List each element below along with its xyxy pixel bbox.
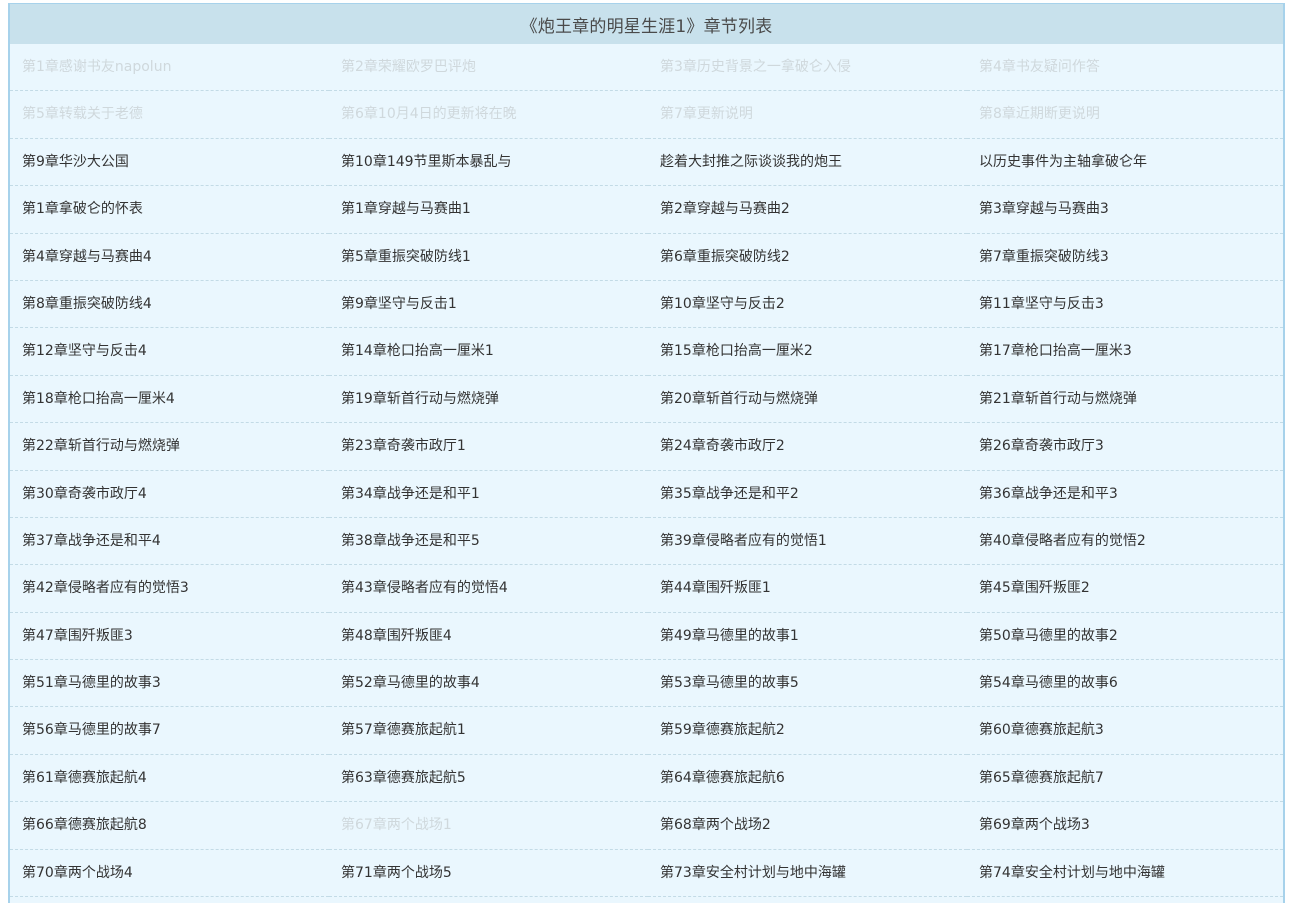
chapter-link[interactable]: 第21章斩首行动与燃烧弹 (967, 376, 1283, 424)
chapter-link-visited[interactable]: 第7章更新说明 (648, 91, 967, 139)
chapter-link[interactable]: 以历史事件为主轴拿破仑年 (967, 139, 1283, 187)
chapter-link[interactable]: 第69章两个战场3 (967, 802, 1283, 850)
chapter-link[interactable]: 第20章斩首行动与燃烧弹 (648, 376, 967, 424)
chapter-link[interactable]: 第38章战争还是和平5 (329, 518, 648, 566)
chapter-link[interactable]: 第74章安全村计划与地中海罐 (967, 850, 1283, 898)
chapter-link-visited[interactable]: 第6章10月4日的更新将在晚 (329, 91, 648, 139)
chapter-link[interactable]: 第71章两个战场5 (329, 850, 648, 898)
chapter-link[interactable]: 趁着大封推之际谈谈我的炮王 (648, 139, 967, 187)
chapter-link[interactable]: 第23章奇袭市政厅1 (329, 423, 648, 471)
chapter-link[interactable]: 第19章斩首行动与燃烧弹 (329, 376, 648, 424)
chapter-link[interactable]: 第17章枪口抬高一厘米3 (967, 328, 1283, 376)
chapter-link[interactable]: 第50章马德里的故事2 (967, 613, 1283, 661)
chapter-link[interactable]: 第45章围歼叛匪2 (967, 565, 1283, 613)
chapter-link[interactable]: 第9章坚守与反击1 (329, 281, 648, 329)
chapter-link[interactable]: 第64章德赛旅起航6 (648, 755, 967, 803)
chapter-link[interactable]: 第3章穿越与马赛曲3 (967, 186, 1283, 234)
chapter-link[interactable]: 第30章奇袭市政厅4 (10, 471, 329, 518)
chapter-link[interactable]: 第68章两个战场2 (648, 802, 967, 850)
chapter-link[interactable]: 第52章马德里的故事4 (329, 660, 648, 708)
chapter-link[interactable]: 第34章战争还是和平1 (329, 471, 648, 518)
chapter-link[interactable]: 第15章枪口抬高一厘米2 (648, 328, 967, 376)
chapter-link[interactable]: 第61章德赛旅起航4 (10, 755, 329, 803)
chapter-link[interactable]: 第26章奇袭市政厅3 (967, 423, 1283, 471)
chapter-link[interactable]: 第11章坚守与反击3 (967, 281, 1283, 329)
chapter-link[interactable]: 第57章德赛旅起航1 (329, 707, 648, 755)
chapter-link-visited[interactable]: 第1章感谢书友napolun (10, 44, 329, 92)
chapter-link[interactable]: 第5章重振突破防线1 (329, 234, 648, 281)
chapter-link[interactable]: 第66章德赛旅起航8 (10, 802, 329, 850)
chapter-link[interactable]: 第1章拿破仑的怀表 (10, 186, 329, 234)
chapter-link[interactable]: 第48章围歼叛匪4 (329, 613, 648, 661)
chapter-link[interactable]: 第63章德赛旅起航5 (329, 755, 648, 803)
chapter-list-panel: 《炮王章的明星生涯1》章节列表 第1章感谢书友napolun 第2章荣耀欧罗巴评炮… (8, 3, 1285, 903)
chapter-link[interactable]: 第60章德赛旅起航3 (967, 707, 1283, 755)
chapter-link[interactable]: 第8章重振突破防线4 (10, 281, 329, 329)
chapter-link[interactable]: 第44章围歼叛匪1 (648, 565, 967, 613)
chapter-link[interactable]: 第40章侵略者应有的觉悟2 (967, 518, 1283, 566)
chapter-link-visited[interactable]: 第4章书友疑问作答 (967, 44, 1283, 92)
chapter-link[interactable]: 第2章穿越与马赛曲2 (648, 186, 967, 234)
chapter-link-visited[interactable]: 第2章荣耀欧罗巴评炮 (329, 44, 648, 92)
chapter-link[interactable]: 第70章两个战场4 (10, 850, 329, 898)
chapter-link[interactable]: 第10章149节里斯本暴乱与 (329, 139, 648, 187)
chapter-link[interactable]: 第4章穿越与马赛曲4 (10, 234, 329, 281)
page-title: 《炮王章的明星生涯1》章节列表 (10, 4, 1283, 44)
chapter-link[interactable]: 第18章枪口抬高一厘米4 (10, 376, 329, 424)
chapter-link[interactable]: 第39章侵略者应有的觉悟1 (648, 518, 967, 566)
chapter-link[interactable]: 第35章战争还是和平2 (648, 471, 967, 518)
chapter-link[interactable]: 第9章华沙大公国 (10, 139, 329, 187)
chapter-link[interactable]: 第47章围歼叛匪3 (10, 613, 329, 661)
chapter-link-visited[interactable]: 第8章近期断更说明 (967, 91, 1283, 139)
chapter-link[interactable]: 第65章德赛旅起航7 (967, 755, 1283, 803)
chapter-link[interactable]: 第24章奇袭市政厅2 (648, 423, 967, 471)
chapter-link[interactable]: 第12章坚守与反击4 (10, 328, 329, 376)
chapter-list: 第1章感谢书友napolun 第2章荣耀欧罗巴评炮 第3章历史背景之一拿破仑入侵 第4… (10, 44, 1283, 898)
chapter-link[interactable]: 第43章侵略者应有的觉悟4 (329, 565, 648, 613)
chapter-link[interactable]: 第56章马德里的故事7 (10, 707, 329, 755)
chapter-link[interactable]: 第6章重振突破防线2 (648, 234, 967, 281)
chapter-link[interactable]: 第1章穿越与马赛曲1 (329, 186, 648, 234)
chapter-link[interactable]: 第51章马德里的故事3 (10, 660, 329, 708)
chapter-link[interactable]: 第73章安全村计划与地中海罐 (648, 850, 967, 898)
chapter-link[interactable]: 第53章马德里的故事5 (648, 660, 967, 708)
chapter-link[interactable]: 第14章枪口抬高一厘米1 (329, 328, 648, 376)
chapter-link[interactable]: 第37章战争还是和平4 (10, 518, 329, 566)
chapter-link[interactable]: 第42章侵略者应有的觉悟3 (10, 565, 329, 613)
chapter-link[interactable]: 第22章斩首行动与燃烧弹 (10, 423, 329, 471)
chapter-link-visited[interactable]: 第67章两个战场1 (329, 802, 648, 850)
chapter-link[interactable]: 第36章战争还是和平3 (967, 471, 1283, 518)
chapter-link[interactable]: 第54章马德里的故事6 (967, 660, 1283, 708)
chapter-link[interactable]: 第10章坚守与反击2 (648, 281, 967, 329)
chapter-link[interactable]: 第59章德赛旅起航2 (648, 707, 967, 755)
chapter-link[interactable]: 第7章重振突破防线3 (967, 234, 1283, 281)
chapter-link-visited[interactable]: 第3章历史背景之一拿破仑入侵 (648, 44, 967, 92)
chapter-link[interactable]: 第49章马德里的故事1 (648, 613, 967, 661)
chapter-link-visited[interactable]: 第5章转载关于老德 (10, 91, 329, 139)
